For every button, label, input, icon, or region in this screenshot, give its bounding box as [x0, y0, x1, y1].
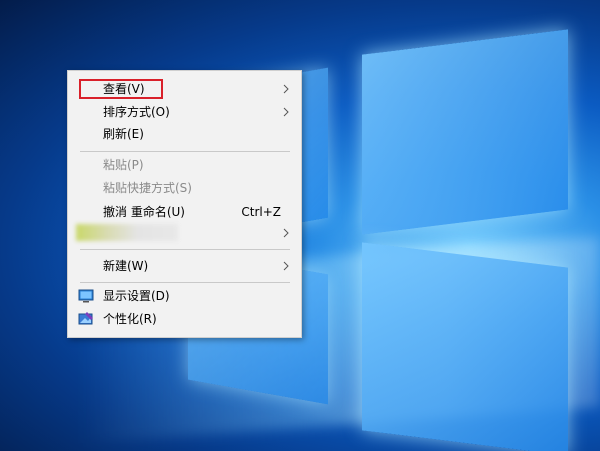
menu-item-obscured[interactable] [68, 222, 301, 244]
menu-item-label: 个性化(R) [103, 312, 157, 326]
windows-logo-pane-bottom-right [362, 242, 568, 451]
menu-item-shortcut: Ctrl+Z [241, 205, 281, 219]
menu-item-label: 撤消 重命名(U) [103, 205, 185, 219]
windows-logo-pane-top-right [362, 29, 568, 235]
menu-item-label: 粘贴快捷方式(S) [103, 181, 192, 195]
desktop-context-menu: 查看(V) 排序方式(O) 刷新(E) 粘贴(P) 粘贴快捷方式(S) 撤消 重… [67, 70, 302, 338]
menu-separator [80, 151, 290, 152]
blurred-redaction [76, 224, 178, 241]
menu-item-label: 新建(W) [103, 259, 149, 273]
menu-item-label: 刷新(E) [103, 127, 144, 141]
personalize-icon [78, 312, 93, 325]
menu-item-sort-by[interactable]: 排序方式(O) [68, 101, 301, 123]
chevron-right-icon [283, 84, 289, 94]
menu-item-paste-shortcut: 粘贴快捷方式(S) [68, 177, 301, 199]
menu-separator [80, 282, 290, 283]
display-icon [78, 289, 94, 303]
menu-item-label: 排序方式(O) [103, 105, 170, 119]
menu-separator [80, 249, 290, 250]
menu-item-label: 显示设置(D) [103, 289, 170, 303]
menu-item-undo-rename[interactable]: 撤消 重命名(U) Ctrl+Z [68, 201, 301, 223]
menu-item-personalize[interactable]: 个性化(R) [68, 308, 301, 330]
highlight-box [79, 79, 163, 99]
menu-item-paste: 粘贴(P) [68, 154, 301, 176]
menu-item-label: 粘贴(P) [103, 158, 144, 172]
menu-item-new[interactable]: 新建(W) [68, 255, 301, 277]
chevron-right-icon [283, 107, 289, 117]
menu-item-display-settings[interactable]: 显示设置(D) [68, 285, 301, 307]
chevron-right-icon [283, 261, 289, 271]
chevron-right-icon [283, 228, 289, 238]
menu-item-refresh[interactable]: 刷新(E) [68, 123, 301, 145]
